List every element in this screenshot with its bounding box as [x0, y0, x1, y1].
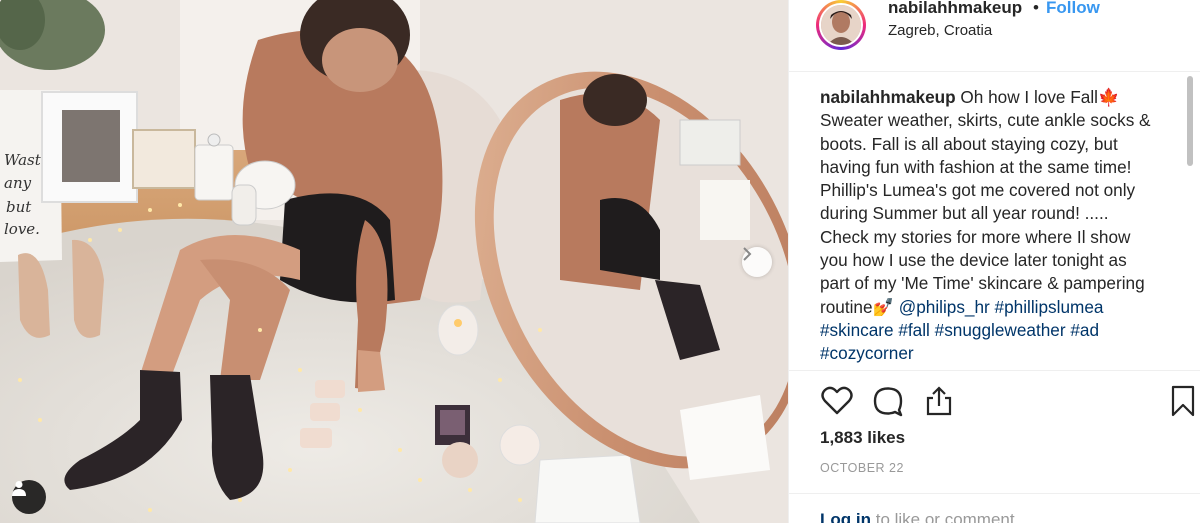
photo-illustration: Waste any but love. [0, 0, 788, 523]
comment-button[interactable] [870, 383, 906, 419]
follow-button[interactable]: Follow [1046, 0, 1100, 18]
like-count[interactable]: 1,883 likes [820, 428, 905, 448]
login-text-row: Log in to like or comment. [820, 510, 1019, 523]
header-separator: • [1033, 0, 1039, 17]
caption-text: Oh how I love Fall🍁 Sweater weather, ski… [820, 87, 1151, 317]
location-link[interactable]: Zagreb, Croatia [888, 22, 992, 39]
login-suffix: to like or comment. [875, 510, 1020, 523]
share-button[interactable] [921, 383, 957, 419]
like-button[interactable] [819, 383, 855, 419]
post-side-panel: nabilahhmakeup • Follow Zagreb, Croatia … [788, 0, 1200, 523]
hashtag-link[interactable]: #phillipslumea [995, 297, 1104, 317]
hashtag-link[interactable]: @philips_hr [899, 297, 990, 317]
caption-author[interactable]: nabilahhmakeup [820, 87, 956, 107]
chevron-right-icon [743, 247, 752, 261]
share-icon [926, 386, 952, 416]
user-tag-button[interactable] [12, 480, 46, 514]
svg-text:any: any [4, 174, 32, 192]
hashtag-link[interactable]: #ad [1070, 320, 1099, 340]
scrollbar-thumb[interactable] [1187, 76, 1193, 166]
carousel-next-button[interactable] [742, 247, 772, 277]
login-link[interactable]: Log in [820, 510, 871, 523]
user-tag-icon [12, 481, 26, 496]
post-header: nabilahhmakeup • Follow Zagreb, Croatia [789, 0, 1200, 72]
hashtag-link[interactable]: #fall [898, 320, 930, 340]
hashtag-link[interactable]: #snuggleweather [935, 320, 1066, 340]
action-bar [789, 370, 1200, 430]
avatar-photo [821, 5, 861, 45]
hashtag-link[interactable]: #cozycorner [820, 343, 914, 363]
hashtag-link[interactable]: #skincare [820, 320, 894, 340]
post-date: OCTOBER 22 [820, 461, 904, 475]
save-button[interactable] [1165, 383, 1200, 419]
svg-text:but: but [6, 198, 32, 216]
post-caption: nabilahhmakeup Oh how I love Fall🍁 Sweat… [820, 86, 1160, 370]
avatar-image [821, 5, 861, 45]
caption-scrollbar[interactable] [1186, 76, 1194, 366]
svg-text:love.: love. [4, 220, 40, 238]
heart-icon [821, 386, 853, 415]
login-prompt: Log in to like or comment. [789, 493, 1200, 523]
post-photo[interactable]: Waste any but love. [0, 0, 788, 523]
avatar-inner-ring [819, 3, 863, 47]
avatar[interactable] [816, 0, 866, 50]
comment-icon [873, 387, 903, 417]
header-username[interactable]: nabilahhmakeup [888, 0, 1022, 18]
bookmark-icon [1171, 385, 1195, 417]
